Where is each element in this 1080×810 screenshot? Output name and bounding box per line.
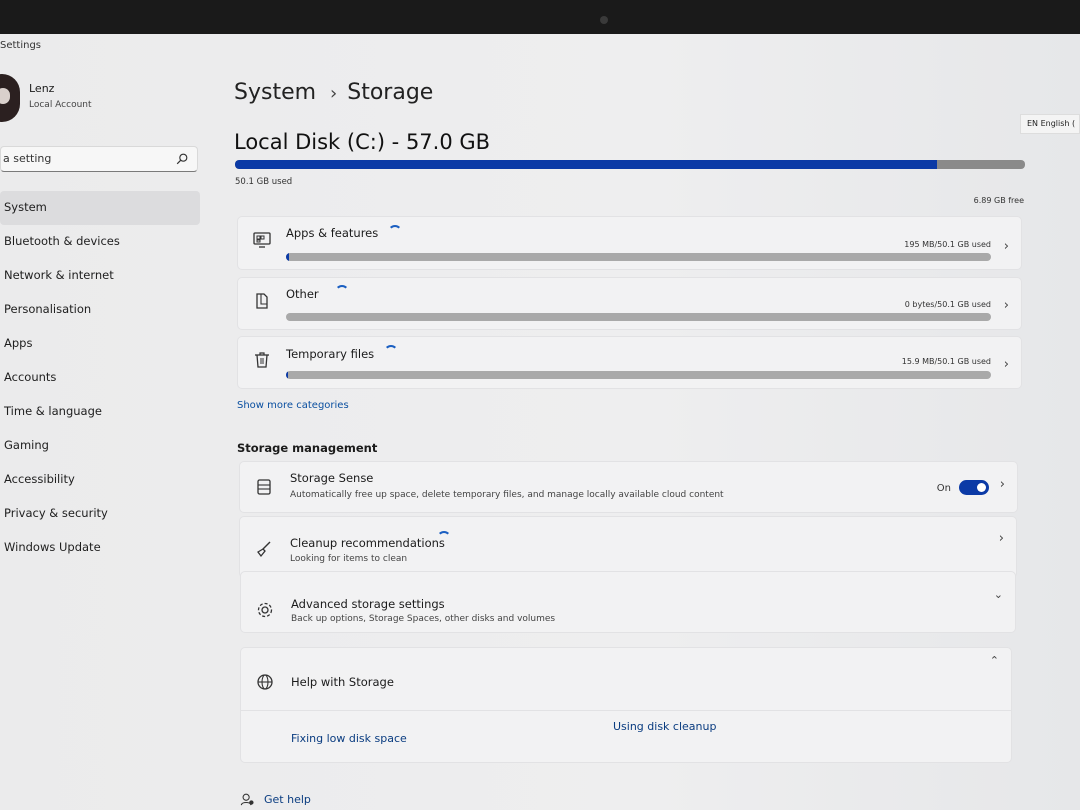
disk-title: Local Disk (C:) - 57.0 GB <box>234 130 491 154</box>
help-link-using-disk-cleanup[interactable]: Using disk cleanup <box>613 720 716 733</box>
category-temporary-files[interactable]: Temporary files 15.9 MB/50.1 GB used › <box>237 336 1022 389</box>
storage-management-heading: Storage management <box>237 441 378 455</box>
search-input[interactable]: a setting <box>0 146 198 172</box>
search-icon[interactable] <box>175 152 189 166</box>
category-other[interactable]: Other 0 bytes/50.1 GB used › <box>237 277 1022 330</box>
chevron-right-icon: › <box>1003 298 1009 313</box>
user-account-type: Local Account <box>29 100 92 110</box>
sidebar-nav: System Bluetooth & devices Network & int… <box>0 191 200 565</box>
storage-drive-icon <box>257 479 271 495</box>
chevron-right-icon: › <box>999 477 1005 492</box>
help-person-icon <box>240 793 254 806</box>
advanced-title: Advanced storage settings <box>291 597 445 611</box>
disk-used-label: 50.1 GB used <box>235 177 293 187</box>
category-usage-bar <box>286 253 991 261</box>
sidebar-item-bluetooth-devices[interactable]: Bluetooth & devices <box>0 225 200 259</box>
help-with-storage-title: Help with Storage <box>291 675 394 689</box>
category-size: 0 bytes/50.1 GB used <box>904 300 991 309</box>
cleanup-recommendations-row[interactable]: Cleanup recommendations Looking for item… <box>239 516 1017 578</box>
sidebar-item-time-language[interactable]: Time & language <box>0 395 200 429</box>
category-usage-bar <box>286 371 991 379</box>
chevron-right-icon: › <box>1003 357 1009 372</box>
loading-spinner-icon <box>388 225 402 239</box>
get-help-link[interactable]: Get help <box>240 792 311 806</box>
user-name: Lenz <box>29 82 55 95</box>
language-indicator[interactable]: EN English ( <box>1020 114 1080 134</box>
settings-window: Settings EN English ( Lenz Local Account… <box>0 34 1080 810</box>
page-title: Storage <box>347 80 434 105</box>
apps-features-icon <box>253 232 271 248</box>
chevron-right-icon: › <box>1003 239 1009 254</box>
get-help-label: Get help <box>264 793 311 806</box>
user-profile[interactable]: Lenz Local Account <box>0 74 200 126</box>
disk-free-label: 6.89 GB free <box>973 196 1024 205</box>
category-size: 195 MB/50.1 GB used <box>904 240 991 249</box>
loading-spinner-icon <box>335 285 349 299</box>
storage-sense-subtitle: Automatically free up space, delete temp… <box>290 490 724 500</box>
storage-sense-title: Storage Sense <box>290 471 374 485</box>
avatar <box>0 74 20 122</box>
show-more-categories-link[interactable]: Show more categories <box>237 400 349 411</box>
app-title: Settings <box>0 40 42 51</box>
category-size: 15.9 MB/50.1 GB used <box>901 357 991 366</box>
advanced-subtitle: Back up options, Storage Spaces, other d… <box>291 614 556 624</box>
disk-usage-bar <box>235 160 1025 169</box>
broom-icon <box>257 541 271 558</box>
storage-sense-toggle-label: On <box>936 483 951 494</box>
chevron-right-icon: › <box>330 83 338 104</box>
category-apps-features[interactable]: Apps & features 195 MB/50.1 GB used › <box>237 216 1022 270</box>
cleanup-subtitle: Looking for items to clean <box>290 554 408 564</box>
sidebar-item-accessibility[interactable]: Accessibility <box>0 463 200 497</box>
globe-icon <box>257 674 273 690</box>
sidebar-item-accounts[interactable]: Accounts <box>0 361 200 395</box>
category-usage-bar <box>286 313 991 321</box>
sidebar-item-windows-update[interactable]: Windows Update <box>0 531 200 565</box>
chevron-up-icon: ⌃ <box>989 654 999 667</box>
breadcrumb-parent[interactable]: System <box>234 80 316 105</box>
sidebar-item-privacy-security[interactable]: Privacy & security <box>0 497 200 531</box>
category-name: Temporary files <box>286 347 375 361</box>
chevron-down-icon: ⌄ <box>993 588 1003 601</box>
help-link-fixing-low-disk-space[interactable]: Fixing low disk space <box>291 732 407 745</box>
help-links-panel: Fixing low disk space Using disk cleanup <box>240 711 1012 763</box>
storage-sense-toggle[interactable] <box>959 480 989 495</box>
category-usage-fill <box>286 253 289 261</box>
other-files-icon <box>256 293 268 309</box>
sidebar-item-network-internet[interactable]: Network & internet <box>0 259 200 293</box>
sidebar-item-system[interactable]: System <box>0 191 200 225</box>
trash-icon <box>255 352 269 368</box>
cleanup-title: Cleanup recommendations <box>290 536 445 550</box>
loading-spinner-icon <box>437 531 451 545</box>
chevron-right-icon: › <box>998 531 1004 546</box>
sidebar-item-apps[interactable]: Apps <box>0 327 200 361</box>
storage-sense-row[interactable]: Storage Sense Automatically free up spac… <box>239 461 1018 513</box>
sidebar-item-gaming[interactable]: Gaming <box>0 429 200 463</box>
category-name: Other <box>286 287 319 301</box>
gear-icon <box>257 602 273 618</box>
camera-icon <box>600 16 608 24</box>
screen-bezel <box>0 0 1080 34</box>
sidebar-item-personalisation[interactable]: Personalisation <box>0 293 200 327</box>
help-with-storage-header[interactable]: Help with Storage ⌃ <box>240 647 1012 711</box>
breadcrumb: System › Storage <box>234 80 433 105</box>
category-usage-fill <box>286 371 289 379</box>
search-input-text[interactable]: a setting <box>3 152 51 165</box>
advanced-storage-settings-row[interactable]: Advanced storage settings Back up option… <box>240 571 1016 633</box>
category-name: Apps & features <box>286 226 379 240</box>
toggle-knob <box>977 483 986 492</box>
loading-spinner-icon <box>384 345 398 359</box>
disk-usage-fill <box>235 160 937 169</box>
